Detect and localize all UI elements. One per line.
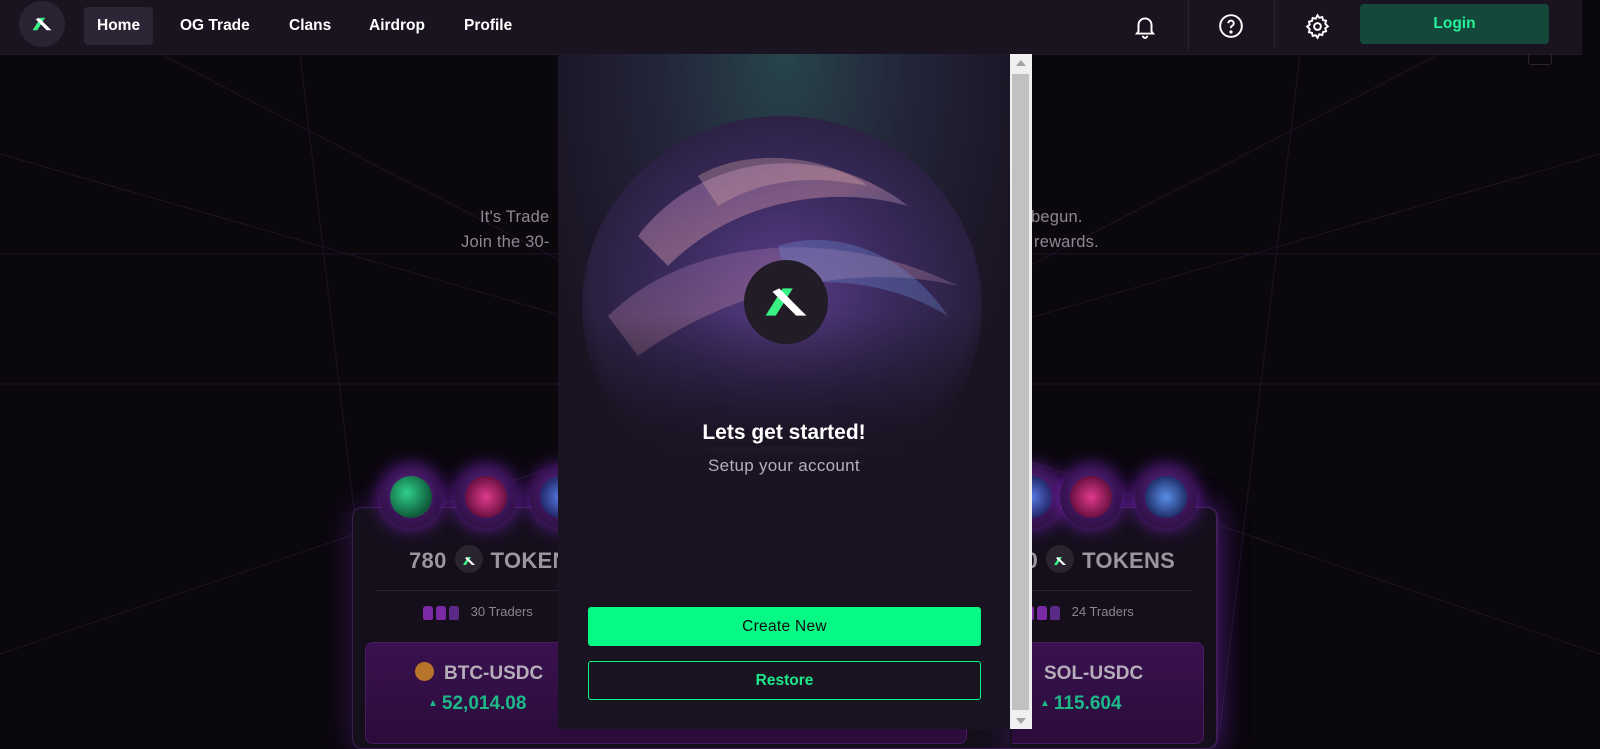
scroll-up-icon[interactable] — [1016, 60, 1026, 66]
trader-avatar — [436, 605, 446, 620]
scroll-down-icon[interactable] — [1016, 718, 1026, 724]
notifications-button[interactable] — [1125, 6, 1165, 46]
setup-modal: Lets get started! Setup your account Cre… — [558, 54, 1010, 729]
login-button[interactable]: Login — [1360, 4, 1549, 44]
clan-badge — [380, 466, 442, 528]
nav-clans[interactable]: Clans — [276, 7, 344, 45]
trader-avatar — [1050, 605, 1060, 620]
question-circle-icon — [1219, 14, 1243, 38]
traders-label: 30 Traders — [470, 604, 533, 619]
market-price: ▲ 115.604 — [1040, 693, 1122, 715]
x-logo-icon — [765, 288, 807, 316]
trader-avatar — [423, 605, 433, 620]
nav-separator — [1274, 0, 1275, 50]
clan-badge — [1135, 466, 1197, 528]
pair-label: BTC-USDC — [444, 663, 544, 684]
clan-badge — [455, 466, 517, 528]
tokens-label: TOKENS — [1082, 548, 1176, 573]
help-button[interactable] — [1211, 6, 1251, 46]
market-pair: SOL-USDC — [1024, 662, 1144, 685]
modal-subtitle: Setup your account — [708, 456, 860, 475]
nav-airdrop[interactable]: Airdrop — [356, 7, 438, 45]
trader-avatar — [449, 605, 459, 620]
nav-separator — [1188, 0, 1189, 50]
modal-logo — [744, 260, 828, 344]
nav-profile[interactable]: Profile — [451, 7, 525, 45]
modal-scrollbar[interactable] — [1010, 54, 1032, 729]
home-logo[interactable] — [19, 1, 65, 47]
nav-home[interactable]: Home — [84, 7, 154, 45]
hero-text-line2-end: rewards. — [1034, 233, 1099, 251]
x-token-icon — [454, 545, 483, 574]
corner-handle — [1528, 54, 1552, 65]
x-logo-icon — [32, 17, 52, 31]
market-price: ▲ 52,014.08 — [428, 693, 526, 715]
up-arrow-icon: ▲ — [1040, 698, 1050, 709]
up-arrow-icon: ▲ — [428, 698, 438, 709]
traders-label: 24 Traders — [1071, 604, 1134, 619]
price-value: 52,014.08 — [441, 693, 527, 714]
tokens-value: 780 — [409, 548, 447, 573]
pair-label: SOL-USDC — [1044, 663, 1144, 684]
traders-count: 24 Traders — [1024, 604, 1134, 620]
card-divider — [375, 590, 565, 591]
nav-og-trade[interactable]: OG Trade — [167, 7, 263, 45]
settings-button[interactable] — [1297, 6, 1337, 46]
market-pair: BTC-USDC — [415, 662, 544, 685]
hero-text-line1: It's Trade — [480, 208, 550, 226]
bell-icon — [1134, 17, 1156, 39]
bitcoin-icon — [415, 662, 434, 682]
clan-badge — [1060, 466, 1122, 528]
tokens-amount: 80TOKENS — [1013, 545, 1176, 576]
gear-icon — [1305, 12, 1329, 40]
price-value: 115.604 — [1053, 693, 1122, 714]
scroll-thumb[interactable] — [1012, 74, 1029, 710]
traders-count: 30 Traders — [423, 604, 533, 620]
hero-text-line1-end: begun. — [1031, 208, 1083, 226]
x-token-icon — [1046, 545, 1075, 574]
hero-text-line2: Join the 30- — [461, 233, 550, 251]
modal-title: Lets get started! — [702, 421, 866, 444]
top-nav: Home OG Trade Clans Airdrop Profile Logi… — [0, 0, 1582, 55]
trader-avatar — [1037, 605, 1047, 620]
card-divider — [1012, 590, 1192, 591]
create-new-button[interactable]: Create New — [588, 607, 981, 646]
restore-button[interactable]: Restore — [588, 661, 981, 700]
